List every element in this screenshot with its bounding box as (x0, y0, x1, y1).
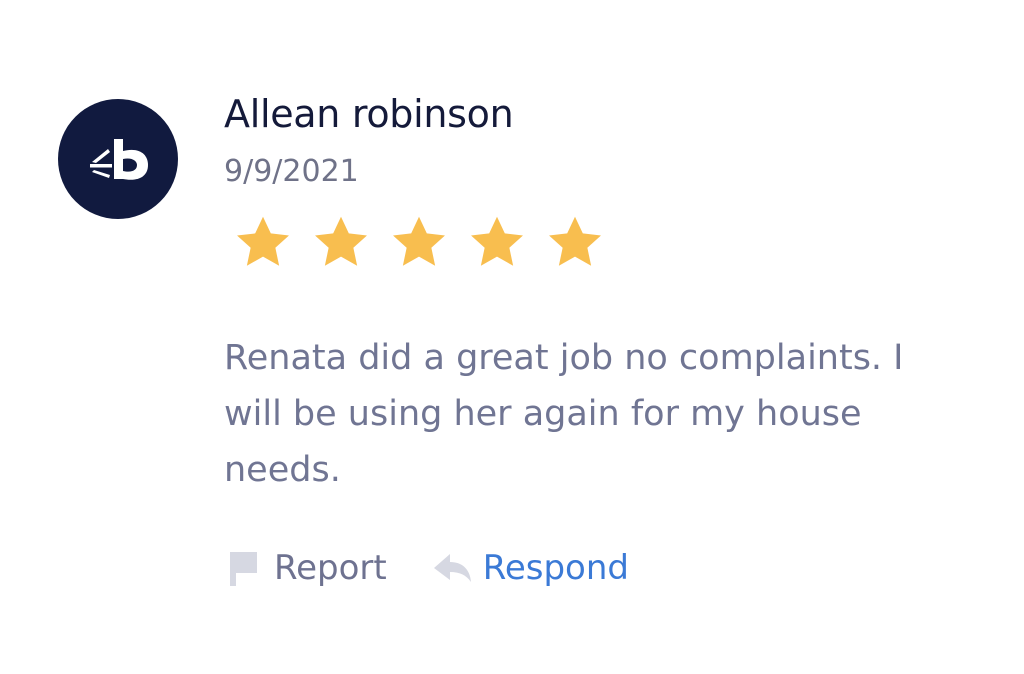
respond-button[interactable]: Respond (431, 548, 629, 588)
report-label: Report (274, 548, 387, 588)
star-icon (458, 212, 536, 272)
star-icon (302, 212, 380, 272)
review-actions: Report Respond (224, 542, 629, 594)
respond-label: Respond (482, 548, 629, 588)
review-text: Renata did a great job no complaints. I … (224, 338, 904, 490)
review-card: Allean robinson 9/9/2021 Renata did a gr… (0, 0, 1024, 674)
report-button[interactable]: Report (224, 548, 387, 588)
reply-arrow-icon (431, 548, 473, 588)
star-icon (380, 212, 458, 272)
star-icon (224, 212, 302, 272)
avatar (58, 99, 178, 219)
star-icon (536, 212, 614, 272)
reviewer-name: Allean robinson (224, 92, 514, 136)
review-date: 9/9/2021 (224, 154, 359, 189)
star-rating (224, 212, 984, 272)
flag-icon (224, 548, 260, 588)
thumbtack-logo-icon (90, 139, 148, 180)
review-content: Allean robinson 9/9/2021 Renata did a gr… (224, 86, 984, 498)
